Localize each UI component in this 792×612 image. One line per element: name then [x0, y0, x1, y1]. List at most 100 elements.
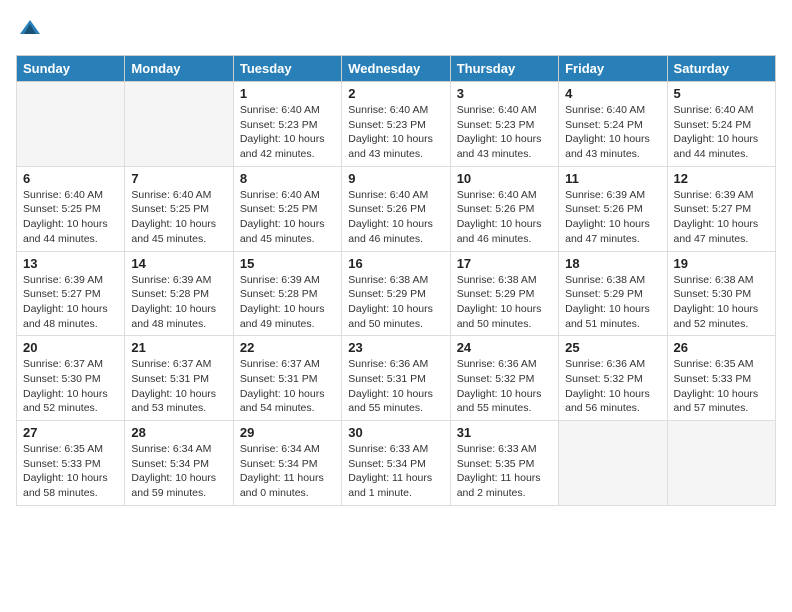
day-detail: Sunrise: 6:38 AMSunset: 5:29 PMDaylight:…	[565, 273, 660, 332]
calendar-week-row: 20 Sunrise: 6:37 AMSunset: 5:30 PMDayligh…	[17, 336, 776, 421]
calendar-cell: 23 Sunrise: 6:36 AMSunset: 5:31 PMDayligh…	[342, 336, 450, 421]
calendar-week-row: 1 Sunrise: 6:40 AMSunset: 5:23 PMDaylight…	[17, 82, 776, 167]
calendar-cell: 22 Sunrise: 6:37 AMSunset: 5:31 PMDayligh…	[233, 336, 341, 421]
day-detail: Sunrise: 6:37 AMSunset: 5:31 PMDaylight:…	[240, 357, 335, 416]
calendar-cell: 24 Sunrise: 6:36 AMSunset: 5:32 PMDayligh…	[450, 336, 558, 421]
calendar-week-row: 6Sunrise: 6:40 AMSunset: 5:25 PMDaylight…	[17, 166, 776, 251]
day-detail: Sunrise: 6:36 AMSunset: 5:32 PMDaylight:…	[457, 357, 552, 416]
day-number: 9	[348, 171, 443, 186]
calendar-cell: 21 Sunrise: 6:37 AMSunset: 5:31 PMDayligh…	[125, 336, 233, 421]
day-of-week-header: Sunday	[17, 56, 125, 82]
day-detail: Sunrise: 6:39 AMSunset: 5:28 PMDaylight:…	[131, 273, 226, 332]
calendar-cell: 15 Sunrise: 6:39 AMSunset: 5:28 PMDayligh…	[233, 251, 341, 336]
calendar-cell: 26 Sunrise: 6:35 AMSunset: 5:33 PMDayligh…	[667, 336, 775, 421]
day-detail: Sunrise: 6:39 AMSunset: 5:28 PMDaylight:…	[240, 273, 335, 332]
day-of-week-header: Tuesday	[233, 56, 341, 82]
calendar-cell: 2 Sunrise: 6:40 AMSunset: 5:23 PMDaylight…	[342, 82, 450, 167]
day-detail: Sunrise: 6:40 AMSunset: 5:24 PMDaylight:…	[674, 103, 769, 162]
day-number: 12	[674, 171, 769, 186]
day-number: 14	[131, 256, 226, 271]
day-of-week-header: Wednesday	[342, 56, 450, 82]
calendar-cell	[17, 82, 125, 167]
day-detail: Sunrise: 6:34 AMSunset: 5:34 PMDaylight:…	[240, 442, 335, 501]
calendar-cell	[667, 421, 775, 506]
calendar-cell: 11Sunrise: 6:39 AMSunset: 5:26 PMDayligh…	[559, 166, 667, 251]
calendar-cell: 16Sunrise: 6:38 AMSunset: 5:29 PMDayligh…	[342, 251, 450, 336]
day-number: 17	[457, 256, 552, 271]
day-detail: Sunrise: 6:36 AMSunset: 5:31 PMDaylight:…	[348, 357, 443, 416]
day-number: 5	[674, 86, 769, 101]
day-number: 15	[240, 256, 335, 271]
calendar-week-row: 13 Sunrise: 6:39 AMSunset: 5:27 PMDayligh…	[17, 251, 776, 336]
calendar-cell	[559, 421, 667, 506]
day-detail: Sunrise: 6:36 AMSunset: 5:32 PMDaylight:…	[565, 357, 660, 416]
day-number: 28	[131, 425, 226, 440]
day-of-week-header: Monday	[125, 56, 233, 82]
calendar-cell: 14 Sunrise: 6:39 AMSunset: 5:28 PMDayligh…	[125, 251, 233, 336]
day-detail: Sunrise: 6:40 AMSunset: 5:25 PMDaylight:…	[131, 188, 226, 247]
day-detail: Sunrise: 6:40 AMSunset: 5:23 PMDaylight:…	[457, 103, 552, 162]
calendar: SundayMondayTuesdayWednesdayThursdayFrid…	[16, 55, 776, 506]
day-number: 13	[23, 256, 118, 271]
calendar-cell: 19 Sunrise: 6:38 AMSunset: 5:30 PMDayligh…	[667, 251, 775, 336]
logo-icon	[18, 16, 42, 40]
day-number: 23	[348, 340, 443, 355]
day-number: 31	[457, 425, 552, 440]
day-number: 21	[131, 340, 226, 355]
calendar-cell: 27 Sunrise: 6:35 AMSunset: 5:33 PMDayligh…	[17, 421, 125, 506]
day-detail: Sunrise: 6:40 AMSunset: 5:25 PMDaylight:…	[23, 188, 118, 247]
day-detail: Sunrise: 6:39 AMSunset: 5:26 PMDaylight:…	[565, 188, 660, 247]
day-of-week-header: Thursday	[450, 56, 558, 82]
calendar-cell: 7 Sunrise: 6:40 AMSunset: 5:25 PMDaylight…	[125, 166, 233, 251]
day-number: 10	[457, 171, 552, 186]
day-number: 20	[23, 340, 118, 355]
day-detail: Sunrise: 6:38 AMSunset: 5:29 PMDaylight:…	[348, 273, 443, 332]
day-number: 22	[240, 340, 335, 355]
calendar-cell: 10 Sunrise: 6:40 AMSunset: 5:26 PMDayligh…	[450, 166, 558, 251]
day-number: 30	[348, 425, 443, 440]
page-header	[16, 16, 776, 45]
day-number: 1	[240, 86, 335, 101]
day-detail: Sunrise: 6:38 AMSunset: 5:30 PMDaylight:…	[674, 273, 769, 332]
day-number: 4	[565, 86, 660, 101]
day-number: 25	[565, 340, 660, 355]
day-number: 24	[457, 340, 552, 355]
day-detail: Sunrise: 6:35 AMSunset: 5:33 PMDaylight:…	[674, 357, 769, 416]
day-detail: Sunrise: 6:40 AMSunset: 5:23 PMDaylight:…	[348, 103, 443, 162]
day-detail: Sunrise: 6:33 AMSunset: 5:34 PMDaylight:…	[348, 442, 443, 501]
calendar-cell: 30 Sunrise: 6:33 AMSunset: 5:34 PMDayligh…	[342, 421, 450, 506]
day-detail: Sunrise: 6:37 AMSunset: 5:30 PMDaylight:…	[23, 357, 118, 416]
calendar-header-row: SundayMondayTuesdayWednesdayThursdayFrid…	[17, 56, 776, 82]
calendar-cell: 20 Sunrise: 6:37 AMSunset: 5:30 PMDayligh…	[17, 336, 125, 421]
day-detail: Sunrise: 6:40 AMSunset: 5:26 PMDaylight:…	[457, 188, 552, 247]
calendar-cell: 13 Sunrise: 6:39 AMSunset: 5:27 PMDayligh…	[17, 251, 125, 336]
calendar-cell: 1Sunrise: 6:40 AMSunset: 5:23 PMDaylight…	[233, 82, 341, 167]
calendar-cell: 28Sunrise: 6:34 AMSunset: 5:34 PMDayligh…	[125, 421, 233, 506]
calendar-cell: 25 Sunrise: 6:36 AMSunset: 5:32 PMDayligh…	[559, 336, 667, 421]
day-detail: Sunrise: 6:40 AMSunset: 5:25 PMDaylight:…	[240, 188, 335, 247]
day-number: 26	[674, 340, 769, 355]
day-detail: Sunrise: 6:39 AMSunset: 5:27 PMDaylight:…	[23, 273, 118, 332]
calendar-cell: 6Sunrise: 6:40 AMSunset: 5:25 PMDaylight…	[17, 166, 125, 251]
day-number: 29	[240, 425, 335, 440]
day-number: 2	[348, 86, 443, 101]
calendar-cell: 29 Sunrise: 6:34 AMSunset: 5:34 PMDayligh…	[233, 421, 341, 506]
day-number: 19	[674, 256, 769, 271]
day-detail: Sunrise: 6:37 AMSunset: 5:31 PMDaylight:…	[131, 357, 226, 416]
day-detail: Sunrise: 6:40 AMSunset: 5:26 PMDaylight:…	[348, 188, 443, 247]
day-detail: Sunrise: 6:38 AMSunset: 5:29 PMDaylight:…	[457, 273, 552, 332]
logo	[16, 16, 42, 45]
day-number: 27	[23, 425, 118, 440]
calendar-cell: 8 Sunrise: 6:40 AMSunset: 5:25 PMDaylight…	[233, 166, 341, 251]
day-detail: Sunrise: 6:40 AMSunset: 5:24 PMDaylight:…	[565, 103, 660, 162]
calendar-week-row: 27 Sunrise: 6:35 AMSunset: 5:33 PMDayligh…	[17, 421, 776, 506]
day-detail: Sunrise: 6:35 AMSunset: 5:33 PMDaylight:…	[23, 442, 118, 501]
day-of-week-header: Friday	[559, 56, 667, 82]
day-number: 7	[131, 171, 226, 186]
day-number: 18	[565, 256, 660, 271]
day-number: 8	[240, 171, 335, 186]
calendar-cell: 12Sunrise: 6:39 AMSunset: 5:27 PMDayligh…	[667, 166, 775, 251]
day-detail: Sunrise: 6:33 AMSunset: 5:35 PMDaylight:…	[457, 442, 552, 501]
calendar-cell	[125, 82, 233, 167]
day-of-week-header: Saturday	[667, 56, 775, 82]
